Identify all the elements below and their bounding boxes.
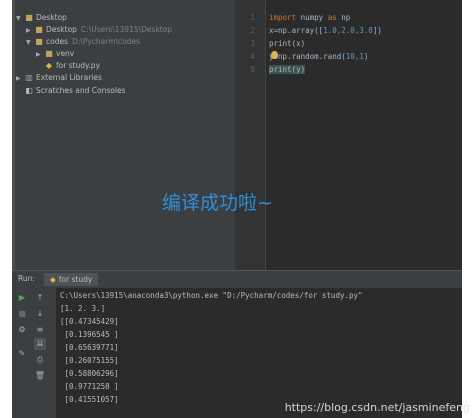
line-number: 4 <box>250 52 255 61</box>
console-line: [0.26075155] <box>60 356 119 365</box>
tree-item-desktop[interactable]: ▶ ■ Desktop C:\Users\13915\Desktop <box>26 24 172 36</box>
delete-icon[interactable]: 🗑 <box>34 370 46 382</box>
project-scrollbar[interactable] <box>12 0 15 270</box>
tree-item-label: External Libraries <box>36 73 102 82</box>
run-tab-label: for study <box>58 275 93 284</box>
console-output[interactable]: C:\Users\13915\anaconda3\python.exe "D:/… <box>56 288 462 418</box>
console-line: [0.58806296] <box>60 369 119 378</box>
code-text: np <box>336 13 351 22</box>
python-file-icon: ◆ <box>50 275 56 284</box>
code-text: y=np.random.rand( <box>269 52 346 61</box>
run-label: Run: <box>18 274 35 283</box>
console-line: [[0.47345429] <box>60 317 119 326</box>
line-number: 1 <box>250 13 255 22</box>
line-number-gutter: 1 2 3 4 5 <box>235 0 266 270</box>
code-line-4[interactable]: y=np.random.rand(10,1) <box>269 52 368 61</box>
collapse-arrow-icon[interactable]: ▶ <box>16 73 24 85</box>
overlay-caption: 编译成功啦~ <box>162 192 273 214</box>
scratches-icon: ◧ <box>25 86 33 95</box>
code-keyword: as <box>327 13 337 22</box>
console-line: [0.65639771] <box>60 343 119 352</box>
console-line: [1. 2. 3.] <box>60 304 106 313</box>
code-number: 1.0 <box>323 26 337 35</box>
console-line: [0.9771258 ] <box>60 382 119 391</box>
code-text: ]) <box>372 26 382 35</box>
console-line: C:\Users\13915\anaconda3\python.exe "D:/… <box>60 291 363 300</box>
code-text: x=np.array([ <box>269 26 324 35</box>
line-number: 3 <box>250 39 255 48</box>
folder-icon: ■ <box>25 13 33 22</box>
code-text: ) <box>363 52 369 61</box>
line-number: 2 <box>250 26 255 35</box>
settings-icon[interactable]: ⚙ <box>16 324 28 336</box>
tree-root-desktop[interactable]: ▼ ■ Desktop <box>16 12 67 24</box>
tree-item-venv[interactable]: ▶ ■ venv <box>36 48 74 60</box>
watermark: https://blog.csdn.net/jasminefeng <box>284 401 470 414</box>
soft-wrap-icon[interactable]: ≡ <box>34 324 46 336</box>
code-number: 2.0 <box>341 26 355 35</box>
code-text: numpy <box>296 13 328 22</box>
rerun-icon[interactable]: ▶ <box>16 292 28 304</box>
tree-item-label: venv <box>56 49 75 58</box>
tree-item-label: Scratches and Consoles <box>36 86 126 95</box>
tree-item-label: Desktop <box>46 25 77 34</box>
tree-item-path: D:\Pycharm\codes <box>72 37 141 46</box>
code-line-5[interactable]: print(y) <box>269 65 306 74</box>
project-panel: ▼ ■ Desktop ▶ ■ Desktop C:\Users\13915\Deskto… <box>12 0 235 270</box>
tree-item-path: C:\Users\13915\Desktop <box>80 25 173 34</box>
code-number: 3.0 <box>359 26 373 35</box>
code-line-3[interactable]: print(x) <box>269 39 305 48</box>
console-line: [0.1396545 ] <box>60 330 119 339</box>
run-tab-for-study[interactable]: ◆ for study <box>44 273 99 286</box>
code-line-1[interactable]: import numpy as np <box>269 13 350 22</box>
tree-root-label: Desktop <box>36 13 67 22</box>
collapse-arrow-icon[interactable]: ▶ <box>36 49 44 61</box>
code-line-2[interactable]: x=np.array([1.0,2.0,3.0]) <box>269 26 382 35</box>
tree-item-for-study-py[interactable]: ◆ for study.py <box>44 60 100 72</box>
tree-item-codes[interactable]: ▼ ■ codes D:\Pycharm\codes <box>26 36 140 48</box>
folder-icon: ■ <box>35 25 43 34</box>
console-line: [0.41551057] <box>60 395 119 404</box>
tree-item-scratches[interactable]: ◧ Scratches and Consoles <box>24 85 125 97</box>
folder-icon: ■ <box>35 37 43 46</box>
expand-arrow-icon[interactable]: ▼ <box>16 13 24 25</box>
print-icon[interactable]: ⎙ <box>34 354 46 366</box>
tree-item-label: for study.py <box>56 61 101 70</box>
code-keyword: import <box>269 13 297 22</box>
tree-item-external-libraries[interactable]: ▶ ▥ External Libraries <box>16 72 102 84</box>
stop-icon[interactable]: ■ <box>16 308 28 320</box>
scroll-to-end-icon[interactable]: ⇊ <box>34 338 46 350</box>
tree-item-label: codes <box>46 37 68 46</box>
code-editor[interactable]: 1 2 3 4 5 import numpy as np x=np.array(… <box>235 0 462 270</box>
python-file-icon: ◆ <box>45 61 53 70</box>
down-arrow-icon[interactable]: ↓ <box>34 308 46 320</box>
folder-icon: ■ <box>45 49 53 58</box>
ide-window: ▼ ■ Desktop ▶ ■ Desktop C:\Users\13915\Deskto… <box>12 0 462 418</box>
code-number: 10 <box>345 52 355 61</box>
libraries-icon: ▥ <box>25 73 33 82</box>
expand-arrow-icon[interactable]: ▼ <box>26 37 34 49</box>
run-panel-header: Run: ◆ for study <box>12 270 462 288</box>
pin-icon[interactable]: ✎ <box>16 348 28 360</box>
up-arrow-icon[interactable]: ↑ <box>34 292 46 304</box>
run-toolbar: ▶ ↑ ■ ↓ ⚙ ≡ ⇊ ✎ ⎙ 🗑 <box>12 288 56 418</box>
line-number: 5 <box>250 65 255 74</box>
